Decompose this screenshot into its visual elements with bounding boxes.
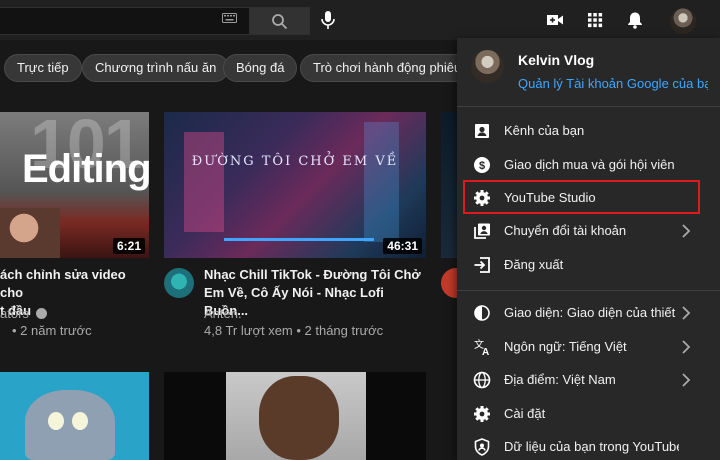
- video-thumbnail[interactable]: 101 Editing 6:21: [0, 112, 149, 258]
- menu-divider: [457, 290, 720, 291]
- menu-item-label: Giao dịch mua và gói hội viên: [504, 157, 675, 172]
- menu-item-your-channel[interactable]: Kênh của bạn: [457, 114, 720, 148]
- filter-chips: Trực tiếp Chương trình nấu ăn Bóng đá Tr…: [0, 50, 460, 82]
- highlight-box: [463, 180, 700, 214]
- menu-item-purchases[interactable]: $ Giao dịch mua và gói hội viên: [457, 148, 720, 182]
- dollar-icon: $: [474, 157, 490, 173]
- menu-item-label: Địa điểm: Việt Nam: [504, 372, 616, 387]
- video-title-line: ách chỉnh sửa video cho: [0, 267, 126, 300]
- chip-cooking[interactable]: Chương trình nấu ăn: [82, 54, 230, 82]
- child-face-image: [259, 376, 339, 460]
- search-button[interactable]: [250, 7, 310, 35]
- chip-action-adventure[interactable]: Trò chơi hành động phiêu lưu: [300, 54, 460, 82]
- menu-item-label: Cài đặt: [504, 406, 546, 421]
- notifications-icon[interactable]: [625, 10, 645, 30]
- menu-item-sign-out[interactable]: Đăng xuất: [457, 248, 720, 282]
- menu-avatar: [471, 50, 504, 83]
- sign-out-icon: [474, 257, 490, 273]
- menu-item-location[interactable]: Địa điểm: Việt Nam: [457, 363, 720, 397]
- menu-item-switch-account[interactable]: Chuyển đổi tài khoản: [457, 214, 720, 248]
- shield-icon: [474, 438, 490, 456]
- account-box-icon: [475, 124, 489, 138]
- menu-item-label: Ngôn ngữ: Tiếng Việt: [504, 339, 627, 354]
- channel-avatar[interactable]: [164, 268, 194, 298]
- menu-item-appearance[interactable]: Giao diện: Giao diện của thiết bị: [457, 296, 720, 330]
- channel-name-text: ators: [0, 306, 29, 321]
- audio-bar: [224, 238, 374, 241]
- chip-football[interactable]: Bóng đá: [223, 54, 298, 82]
- create-video-icon[interactable]: [545, 10, 565, 30]
- video-title-line: Nhạc Chill TikTok - Đường Tôi Chở: [204, 267, 421, 282]
- menu-item-language[interactable]: 文 A Ngôn ngữ: Tiếng Việt: [457, 330, 720, 364]
- chevron-right-icon: [682, 306, 691, 320]
- video-duration: 6:21: [112, 238, 145, 254]
- video-thumbnail[interactable]: [0, 372, 149, 460]
- switch-account-icon: [474, 223, 490, 239]
- video-thumbnail[interactable]: [164, 372, 426, 460]
- channel-name[interactable]: Anten.: [204, 305, 242, 322]
- menu-item-label: Kênh của bạn: [504, 123, 585, 138]
- apps-icon[interactable]: [585, 10, 605, 30]
- chip-live[interactable]: Trực tiếp: [4, 54, 82, 82]
- cartoon-eye: [72, 412, 88, 430]
- svg-text:$: $: [479, 160, 485, 172]
- cartoon-eye: [48, 412, 64, 430]
- channel-name[interactable]: ators: [0, 305, 47, 322]
- settings-icon: [474, 406, 490, 422]
- street-neon-sign: [184, 132, 224, 232]
- mic-icon[interactable]: [314, 6, 342, 34]
- svg-text:A: A: [482, 347, 489, 357]
- search-icon: [272, 14, 288, 30]
- street-neon-sign: [364, 122, 399, 242]
- top-bar: [0, 0, 720, 40]
- account-menu: Kelvin Vlog Quản lý Tài khoản Google của…: [457, 38, 720, 460]
- chevron-right-icon: [682, 340, 691, 354]
- menu-item-label: Đăng xuất: [504, 257, 564, 272]
- account-name: Kelvin Vlog: [518, 52, 595, 68]
- search-input[interactable]: [0, 7, 250, 35]
- chevron-right-icon: [682, 373, 691, 387]
- manage-google-account-link[interactable]: Quản lý Tài khoản Google của bạn: [518, 76, 708, 91]
- keyboard-icon[interactable]: [222, 13, 237, 23]
- globe-icon: [473, 371, 491, 389]
- menu-item-settings[interactable]: Cài đặt: [457, 397, 720, 431]
- cartoon-cat-image: [25, 390, 115, 460]
- appearance-icon: [474, 305, 490, 321]
- menu-item-your-data[interactable]: Dữ liệu của bạn trong YouTube: [457, 430, 720, 460]
- youtube-page: Trực tiếp Chương trình nấu ăn Bóng đá Tr…: [0, 0, 720, 460]
- menu-divider: [457, 106, 720, 107]
- person-thumbnail-image: [0, 208, 60, 258]
- thumbnail-caption: ĐƯỜNG TÔI CHỞ EM VỀ: [191, 154, 399, 169]
- menu-item-label: Chuyển đổi tài khoản: [504, 223, 627, 238]
- avatar[interactable]: [670, 8, 696, 34]
- video-meta: 4,8 Tr lượt xem • 2 tháng trước: [204, 323, 384, 338]
- translate-icon: 文 A: [474, 338, 489, 357]
- chevron-right-icon: [682, 224, 691, 238]
- video-thumbnail[interactable]: ĐƯỜNG TÔI CHỞ EM VỀ 46:31: [164, 112, 426, 258]
- menu-item-label: Dữ liệu của bạn trong YouTube: [504, 439, 679, 454]
- thumbnail-caption: Editing: [22, 147, 149, 191]
- verified-icon: [35, 308, 47, 319]
- menu-item-label: Giao diện: Giao diện của thiết bị: [504, 305, 679, 320]
- video-duration: 46:31: [383, 238, 422, 254]
- video-meta: • 2 năm trước: [12, 323, 92, 338]
